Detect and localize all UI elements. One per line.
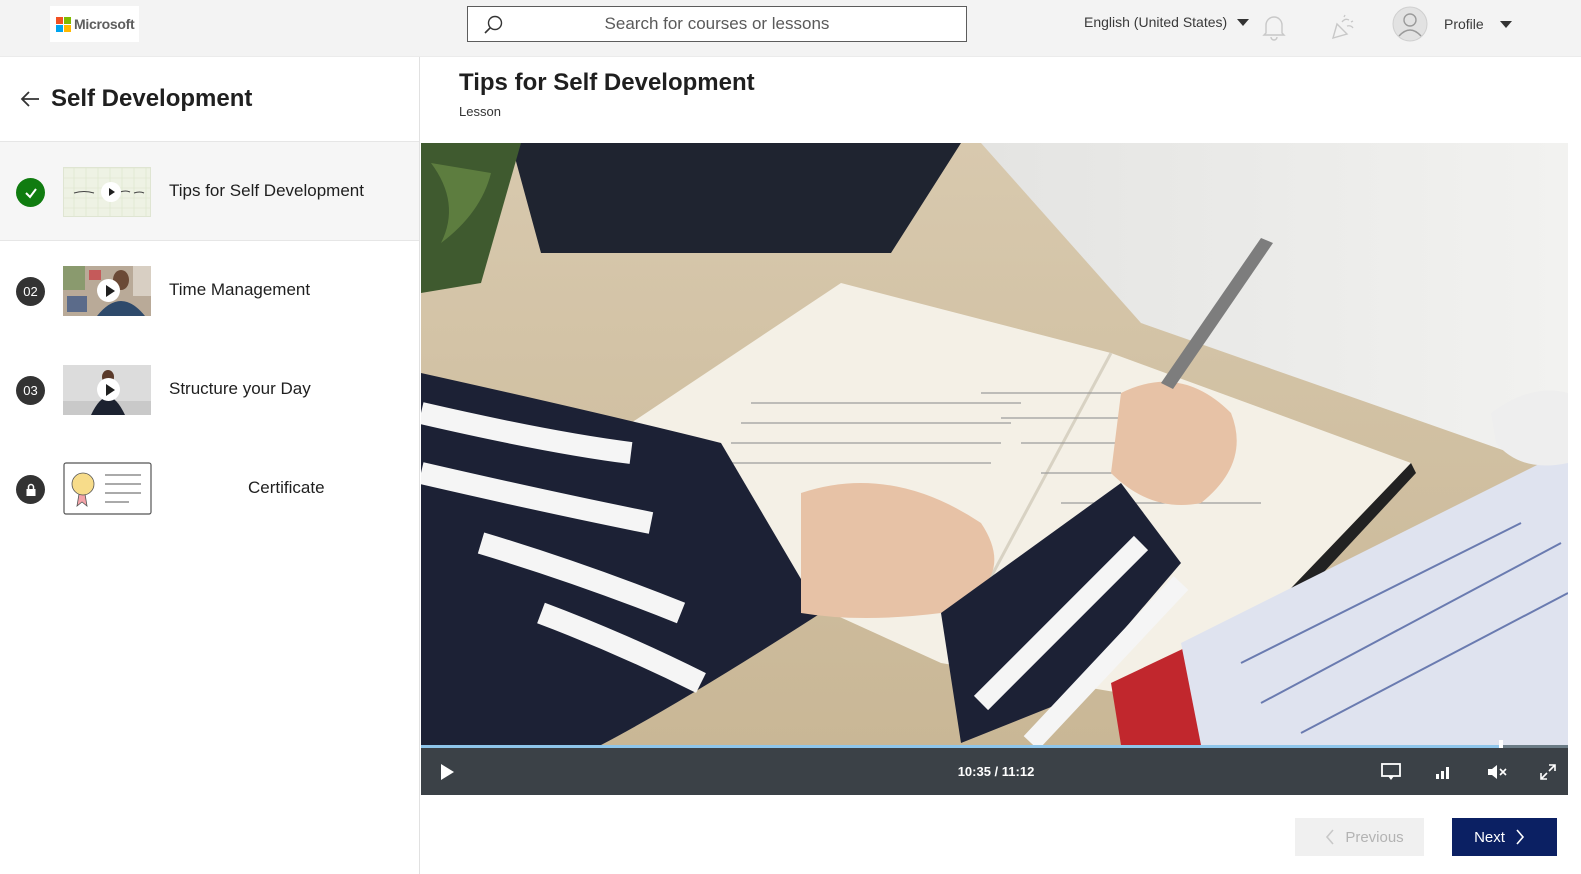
top-bar: Microsoft English (United States) Profil… [0,0,1581,57]
mute-button[interactable] [1483,758,1511,786]
play-button[interactable] [433,758,461,786]
lesson-thumbnail [63,365,151,415]
search-icon[interactable] [482,14,504,36]
lesson-type-label: Lesson [459,104,501,119]
bell-icon[interactable] [1260,12,1288,42]
lesson-title-heading: Tips for Self Development [459,69,755,96]
video-still-image [421,143,1568,745]
lesson-thumbnail [63,266,151,316]
logo-text: Microsoft [74,16,135,32]
chevron-down-icon [1499,20,1512,28]
lesson-thumbnail [63,167,151,217]
certificate-icon [63,462,152,515]
video-controls: 10:35 / 11:12 [421,748,1568,795]
course-sidebar: Self Development Tips for Self Developme… [0,57,420,874]
chevron-right-icon [1516,829,1524,845]
celebrate-icon[interactable] [1328,12,1356,42]
chevron-left-icon [1326,829,1334,845]
lesson-item[interactable]: 02 Time Management [0,241,419,340]
lesson-title: Tips for Self Development [169,181,364,200]
certificate-label: Certificate [248,478,325,497]
quality-bars-icon [1436,767,1449,779]
play-icon [97,378,120,401]
lesson-number-badge: 02 [16,277,45,306]
previous-label: Previous [1345,828,1404,846]
video-frame[interactable] [421,143,1568,745]
certificate-item[interactable]: Certificate [0,439,419,538]
lesson-header: Tips for Self Development Lesson [421,57,1581,143]
language-selector[interactable]: English (United States) [1084,14,1250,30]
microsoft-logo[interactable]: Microsoft [50,6,139,42]
profile-label: Profile [1444,16,1484,32]
play-icon [441,764,454,780]
checkmark-icon [16,178,45,207]
whiteboard-thumbnail-icon [64,168,150,216]
next-label: Next [1474,828,1505,846]
microsoft-logo-icon [56,16,71,32]
captions-button[interactable] [1377,758,1405,786]
language-label: English (United States) [1084,14,1228,30]
quality-button[interactable] [1429,758,1457,786]
lesson-title: Time Management [169,280,311,299]
course-title: Self Development [51,85,253,112]
volume-muted-icon [1488,765,1507,779]
certificate-thumbnail [63,462,152,515]
lesson-item[interactable]: 03 Structure your Day [0,340,419,439]
lock-icon [16,475,45,504]
course-header: Self Development [0,57,419,142]
previous-button[interactable]: Previous [1295,818,1424,856]
lesson-number-badge: 03 [16,376,45,405]
back-arrow-icon[interactable] [18,87,42,111]
lesson-item[interactable]: Tips for Self Development [0,142,419,241]
chevron-down-icon [1237,18,1250,26]
avatar-icon [1392,6,1428,42]
fullscreen-button[interactable] [1534,758,1562,786]
fullscreen-icon [1540,764,1556,780]
play-icon [97,279,120,302]
time-display: 10:35 / 11:12 [957,764,1035,779]
lesson-title: Structure your Day [169,379,311,398]
next-button[interactable]: Next [1452,818,1557,856]
search-input[interactable] [468,7,966,41]
captions-icon [1381,763,1401,780]
profile-menu[interactable]: Profile [1392,6,1512,42]
search-box [467,6,967,42]
